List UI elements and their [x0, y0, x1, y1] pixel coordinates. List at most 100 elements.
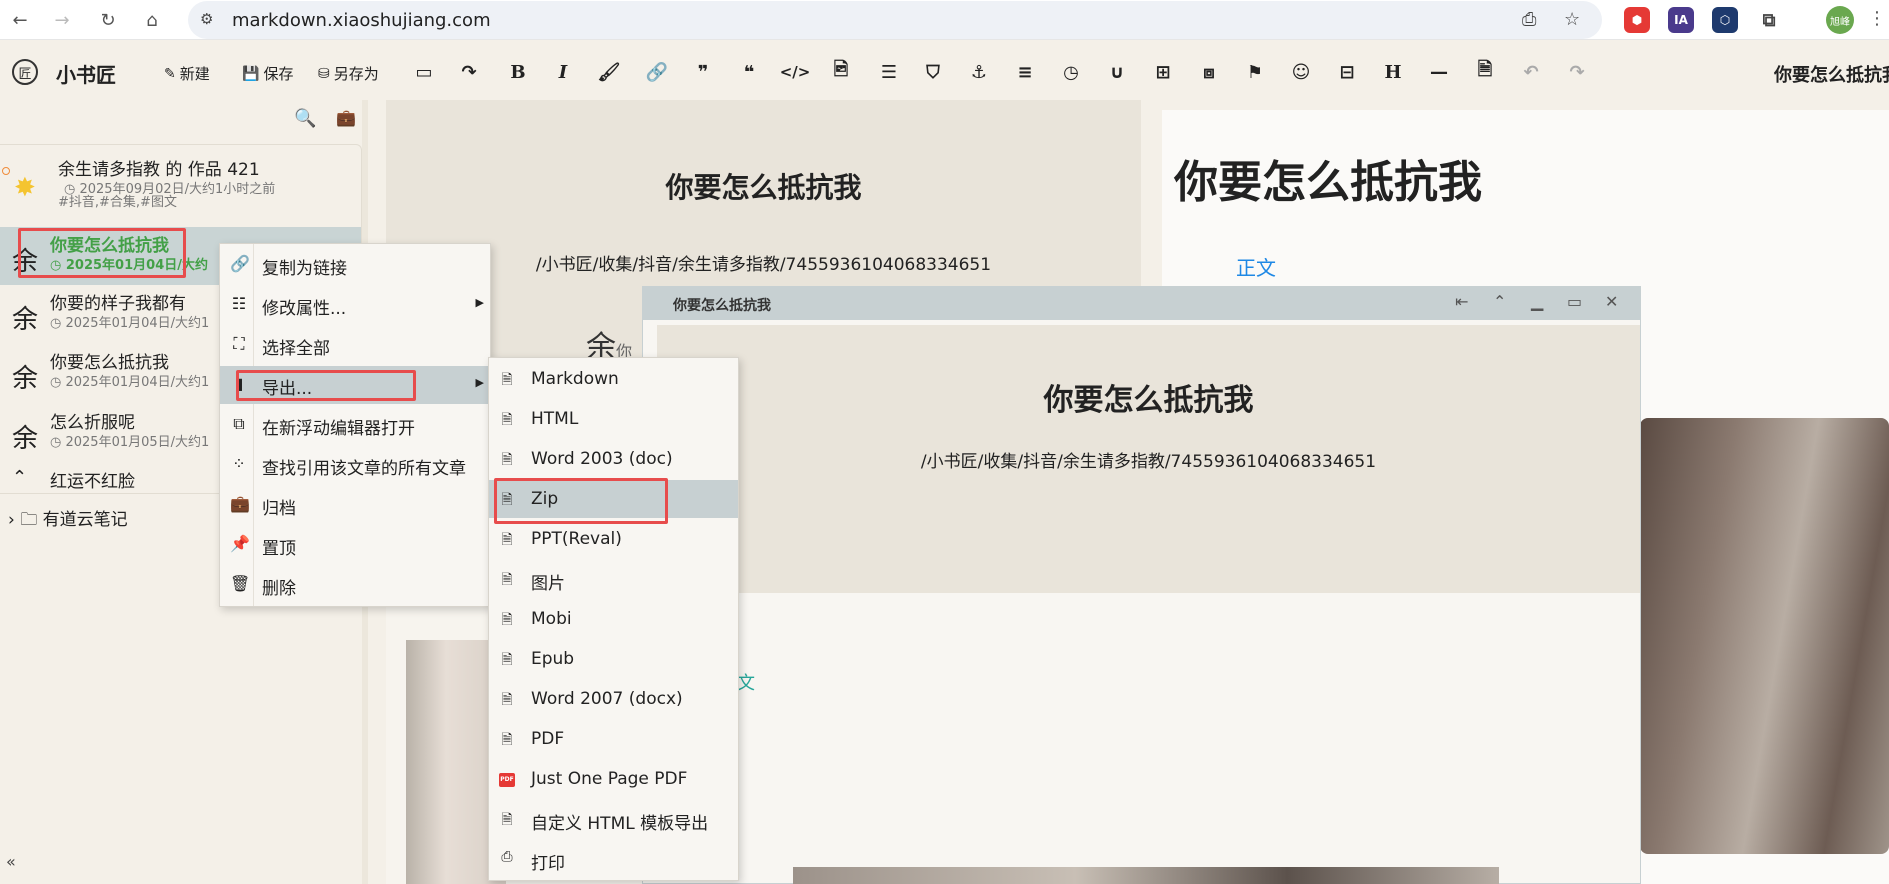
back-icon[interactable]: ←	[6, 6, 34, 34]
redo-icon[interactable]: ↷	[1564, 59, 1590, 85]
menu-item-archive[interactable]: 💼 归档	[220, 486, 490, 524]
export-custom-html[interactable]: 🗎 自定义 HTML 模板导出	[489, 800, 738, 838]
floating-photo	[793, 867, 1499, 884]
extensions-puzzle-icon[interactable]: ⧉	[1756, 7, 1782, 33]
bookmark-icon[interactable]: ▭	[411, 59, 437, 85]
archive-case-icon[interactable]: 💼	[336, 108, 356, 127]
blockquote-icon[interactable]: ❝	[736, 59, 762, 85]
menu-item-delete[interactable]: 🗑 删除	[220, 566, 490, 604]
heading-icon[interactable]: H	[1380, 59, 1406, 85]
menu-item-select-all[interactable]: ⛶ 选择全部	[220, 326, 490, 364]
table-icon[interactable]: ⊟	[1334, 59, 1360, 85]
export-epub[interactable]: 🗎 Epub	[489, 640, 738, 678]
url-text[interactable]: markdown.xiaoshujiang.com	[232, 10, 491, 31]
save-button[interactable]: 💾 保存	[242, 63, 293, 84]
image-file-icon[interactable]: 🖻	[828, 59, 854, 85]
browser-menu-icon[interactable]: ⋮	[1868, 8, 1886, 29]
menu-item-copy-link[interactable]: 🔗 复制为链接	[220, 246, 490, 284]
pin-icon[interactable]: ⇤	[1455, 292, 1468, 311]
site-settings-icon[interactable]: ⚙	[200, 10, 213, 28]
forward-icon[interactable]: →	[48, 6, 76, 34]
reload-icon[interactable]: ↻	[94, 6, 122, 34]
flag-icon[interactable]: ⚑	[1242, 59, 1268, 85]
floating-editor-title: 你要怎么抵抗我	[1043, 383, 1254, 418]
install-app-icon[interactable]: ⎙	[1522, 9, 1536, 30]
address-bar[interactable]: ⚙ markdown.xiaoshujiang.com ⎙ ☆	[188, 1, 1602, 39]
collapse-up-icon[interactable]: ⌃	[1493, 292, 1506, 311]
save-as-button[interactable]: ⛁ 另存为	[318, 63, 379, 84]
bold-icon[interactable]: B	[505, 59, 531, 85]
clock-icon[interactable]: ◷	[1058, 59, 1084, 85]
logo-icon: 匠	[12, 59, 38, 85]
minimize-icon[interactable]: ▁	[1531, 292, 1543, 311]
table-edit-icon[interactable]: ⊞	[1150, 59, 1176, 85]
document-title: 你要怎么抵抗我	[1774, 65, 1889, 86]
adblock-extension-icon[interactable]: ⬢	[1624, 7, 1650, 33]
list-icon[interactable]: ☰	[876, 59, 902, 85]
thumbtack-icon: 📌	[230, 534, 250, 553]
quote-icon[interactable]: ❞	[690, 59, 716, 85]
search-icon[interactable]: 🔍	[294, 108, 316, 129]
sliders-icon: ☷	[231, 294, 247, 313]
menu-item-open-floating[interactable]: ⧉ 在新浮动编辑器打开	[220, 406, 490, 444]
print-icon: ⎙	[501, 849, 513, 865]
export-word-2003[interactable]: 🗎 Word 2003 (doc)	[489, 440, 738, 478]
item-meta: ◷ 2025年01月04日/大约1	[50, 316, 210, 331]
ia-extension-icon[interactable]: IA	[1668, 7, 1694, 33]
floating-window-title: 你要怎么抵抗我	[673, 298, 771, 314]
link-icon: 🔗	[230, 254, 250, 273]
export-word-2007[interactable]: 🗎 Word 2007 (docx)	[489, 680, 738, 718]
close-icon[interactable]: ✕	[1605, 292, 1618, 311]
briefcase-icon: 💼	[230, 494, 250, 513]
app-toolbar: 匠 小书匠 ✎ 新建 💾 保存 ⛁ 另存为 ▭ ↷ B I 🖌 🔗 ❞ ❝ </> 🖻…	[0, 53, 1889, 91]
export-one-page-pdf[interactable]: PDF Just One Page PDF	[489, 760, 738, 798]
html5-icon[interactable]: ⛉	[920, 59, 946, 85]
export-print[interactable]: ⎙ 打印	[489, 840, 738, 878]
hex-extension-icon[interactable]: ⬡	[1712, 7, 1738, 33]
chart-icon[interactable]: ⧈	[1196, 59, 1222, 85]
bookmark-star-icon[interactable]: ☆	[1564, 9, 1580, 30]
trash-icon: 🗑	[230, 574, 251, 593]
floating-window-titlebar[interactable]: 你要怎么抵抗我 ⇤ ⌃ ▁ ▭ ✕	[643, 287, 1640, 320]
submenu-arrow-icon: ▶	[475, 296, 484, 309]
list-item[interactable]: ✸ 余生请多指教 的 作品 421 ◷ 2025年09月02日/大约1小时之前 …	[0, 145, 361, 223]
horizontal-rule-icon[interactable]: —	[1426, 59, 1452, 85]
menu-item-find-references[interactable]: ⁘ 查找引用该文章的所有文章	[220, 446, 490, 484]
menu-item-modify-properties[interactable]: ☷ 修改属性... ▶	[220, 286, 490, 324]
align-icon[interactable]: ≡	[1012, 59, 1038, 85]
export-submenu: 🗎 Markdown 🗎 HTML 🗎 Word 2003 (doc) 🗎 Zip 🗎 P…	[488, 357, 739, 881]
export-mobi[interactable]: 🗎 Mobi	[489, 600, 738, 638]
code-icon[interactable]: </>	[780, 59, 811, 85]
brush-icon[interactable]: 🖌	[596, 59, 622, 85]
floating-editor-window[interactable]: 你要怎么抵抗我 ⇤ ⌃ ▁ ▭ ✕ 你要怎么抵抗我 /小书匠/收集/抖音/余生请…	[642, 286, 1641, 884]
item-meta: ◷ 2025年01月04日/大约1	[50, 375, 210, 390]
home-icon[interactable]: ⌂	[138, 6, 166, 34]
preview-link[interactable]: 正文	[1236, 252, 1276, 281]
emoji-icon[interactable]: ☺	[1288, 59, 1314, 85]
folder-youdao[interactable]: › 🗀 有道云笔记	[8, 505, 128, 536]
menu-item-pin-top[interactable]: 📌 置顶	[220, 526, 490, 564]
export-markdown[interactable]: 🗎 Markdown	[489, 360, 738, 398]
profile-avatar[interactable]: 旭峰	[1826, 6, 1854, 34]
redo-arrow-icon[interactable]: ↷	[456, 59, 482, 85]
item-meta: ◷ 2025年01月05日/大约1	[50, 435, 210, 450]
export-ppt[interactable]: 🗎 PPT(Reval)	[489, 520, 738, 558]
export-pdf[interactable]: 🗎 PDF	[489, 720, 738, 758]
anchor-icon[interactable]: ⚓	[966, 59, 992, 85]
file-word-icon: 🗎	[501, 692, 513, 708]
collapse-sidebar-button[interactable]: «	[6, 852, 16, 871]
maximize-icon[interactable]: ▭	[1567, 292, 1582, 311]
chevron-up-icon: ⌃	[12, 467, 28, 488]
floating-body-text: 文	[737, 673, 755, 694]
new-button[interactable]: ✎ 新建	[164, 63, 210, 84]
link-icon[interactable]: 🔗	[644, 59, 670, 85]
file-epub-icon: 🗎	[501, 652, 513, 668]
undo-icon[interactable]: ↶	[1518, 59, 1544, 85]
export-image[interactable]: 🗎 图片	[489, 560, 738, 598]
file-word-icon: 🗎	[501, 452, 513, 468]
magnet-icon[interactable]: ∪	[1104, 59, 1130, 85]
italic-icon[interactable]: I	[550, 59, 576, 85]
document-icon[interactable]: 🗎	[1472, 59, 1498, 85]
export-html[interactable]: 🗎 HTML	[489, 400, 738, 438]
file-pdf-icon: 🗎	[501, 732, 513, 748]
